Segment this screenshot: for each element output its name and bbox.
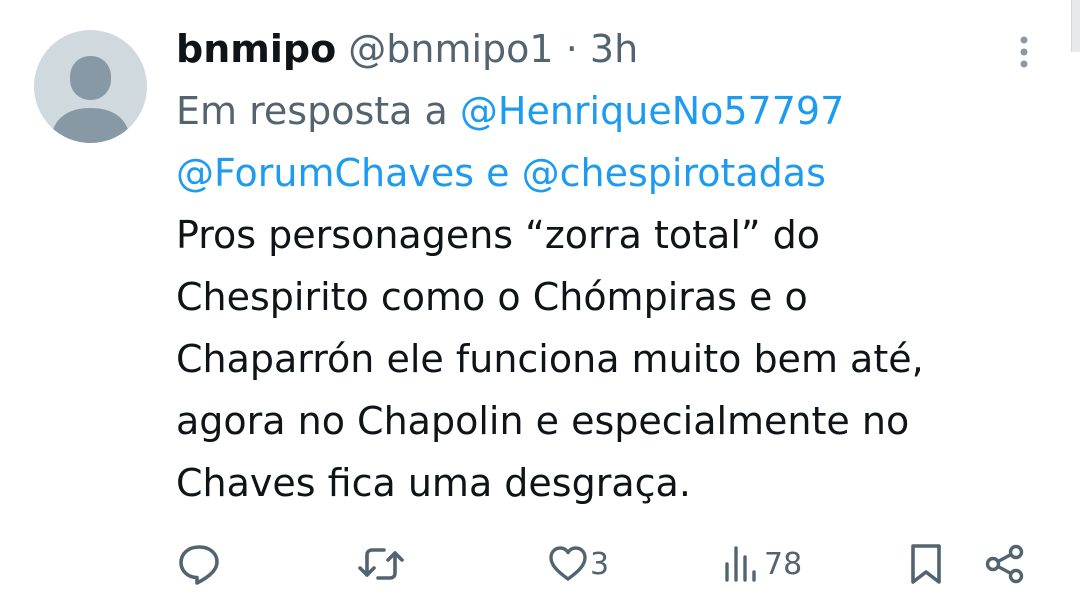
tweet-text-line: Chaves fica uma desgraça. (176, 461, 691, 505)
retweet-icon (358, 548, 404, 580)
mention-forumchaves[interactable]: @ForumChaves (176, 151, 474, 195)
share-button[interactable] (984, 540, 1026, 588)
bookmark-icon (911, 544, 941, 584)
tweet-card[interactable]: bnmipo @bnmipo1 · 3h Em resposta a @Henr… (0, 0, 1080, 613)
tweet-text-line: Chaparrón ele funciona muito bem até, (176, 337, 924, 381)
display-name[interactable]: bnmipo (176, 27, 336, 71)
like-count: 3 (590, 546, 610, 582)
separator-dot: · (565, 27, 578, 71)
reply-context-line-1: Em resposta a @HenriqueNo57797 (176, 80, 1006, 142)
heart-icon (549, 546, 587, 581)
views-icon (725, 546, 756, 582)
like-button[interactable]: 3 (548, 540, 609, 588)
reply-icon (179, 545, 219, 585)
timestamp[interactable]: 3h (590, 27, 638, 71)
reply-context-line-2: @ForumChaves e @chespirotadas (176, 142, 1006, 204)
mention-chespirotadas[interactable]: @chespirotadas (522, 151, 826, 195)
reply-conjunction: e (486, 151, 510, 195)
tweet-header: bnmipo @bnmipo1 · 3h (176, 18, 1006, 80)
reply-button[interactable] (176, 540, 222, 588)
scroll-edge (1071, 0, 1080, 52)
reply-prefix: Em resposta a (176, 89, 448, 133)
tweet-text-line: agora no Chapolin e especialmente no (176, 399, 910, 443)
mention-henrique[interactable]: @HenriqueNo57797 (460, 89, 844, 133)
tweet-content: bnmipo @bnmipo1 · 3h Em resposta a @Henr… (176, 18, 1006, 514)
bookmark-button[interactable] (908, 540, 944, 588)
views-button[interactable]: 78 (722, 540, 802, 588)
user-handle[interactable]: @bnmipo1 (348, 27, 553, 71)
tweet-text: Pros personagens “zorra total” do Chespi… (176, 204, 1006, 514)
retweet-button[interactable] (356, 540, 406, 588)
default-avatar-icon (50, 56, 131, 143)
tweet-actions-bar: 3 78 (0, 540, 1080, 588)
avatar[interactable] (34, 30, 147, 143)
tweet-text-line: Chespirito como o Chómpiras e o (176, 275, 808, 319)
tweet-text-line: Pros personagens “zorra total” do (176, 213, 821, 257)
views-count: 78 (764, 546, 803, 582)
more-vertical-icon[interactable] (1006, 34, 1042, 74)
share-icon (985, 544, 1024, 584)
